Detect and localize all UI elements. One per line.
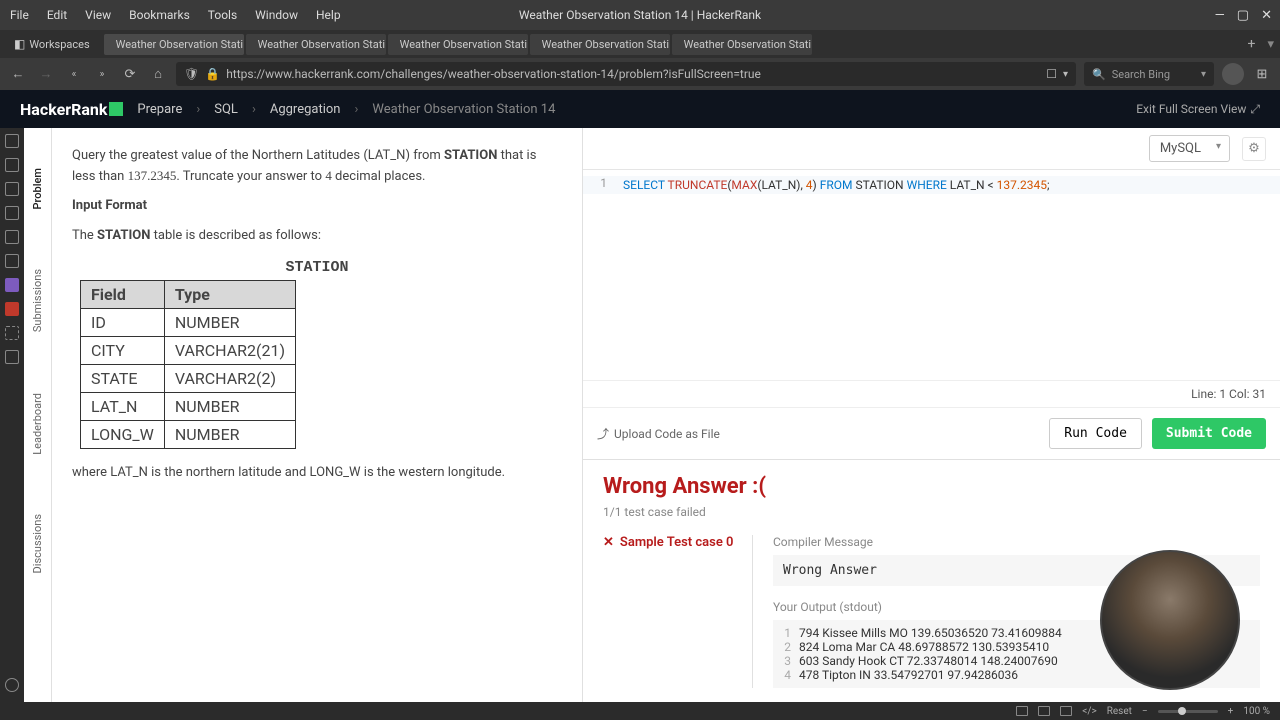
tab-discussions[interactable]: Discussions	[31, 514, 44, 573]
chevron-down-icon: ▾	[1216, 141, 1221, 152]
run-code-button[interactable]: Run Code	[1049, 418, 1142, 449]
upload-code-link[interactable]: ⤴ Upload Code as File	[597, 425, 720, 442]
browser-navbar: ← → « » ⟳ ⌂ 🛡 🔒 https://www.hackerrank.c…	[0, 58, 1280, 90]
downloads-icon[interactable]	[5, 206, 19, 220]
search-dropdown-icon[interactable]: ▾	[1201, 69, 1206, 80]
mail-icon[interactable]	[5, 254, 19, 268]
menu-tools[interactable]: Tools	[208, 8, 237, 22]
collapse-icon: ⤢	[1250, 102, 1260, 117]
screen-icon[interactable]	[1038, 706, 1050, 716]
input-format-heading: Input Format	[72, 198, 147, 213]
panel-icon[interactable]	[5, 134, 19, 148]
tabs-overflow-icon[interactable]: ▾	[1267, 37, 1274, 52]
fastfwd-button[interactable]: »	[92, 69, 112, 80]
problem-description: Query the greatest value of the Northern…	[52, 128, 582, 702]
editor-settings-button[interactable]: ⚙	[1242, 137, 1266, 161]
home-button[interactable]: ⌂	[148, 66, 168, 82]
zoom-in-button[interactable]: +	[1228, 706, 1234, 717]
new-tab-button[interactable]: +	[1242, 36, 1262, 52]
zoom-level: 100 %	[1243, 706, 1270, 717]
app-icon-1[interactable]	[5, 278, 19, 292]
fail-icon: ✕	[603, 535, 614, 550]
schema-footnote: where LAT_N is the northern latitude and…	[72, 463, 562, 483]
menu-bookmarks[interactable]: Bookmarks	[129, 8, 190, 22]
address-bar[interactable]: 🛡 🔒 https://www.hackerrank.com/challenge…	[176, 62, 1076, 86]
rewind-button[interactable]: «	[64, 69, 84, 80]
browser-tab[interactable]: Weather Observation Stati	[530, 34, 670, 55]
compiler-message-label: Compiler Message	[773, 535, 1260, 549]
shield-icon: 🛡	[184, 67, 199, 81]
bookmarks-icon[interactable]	[5, 158, 19, 172]
gear-icon: ⚙	[1248, 141, 1260, 156]
settings-icon[interactable]	[5, 678, 19, 692]
tab-problem[interactable]: Problem	[31, 168, 44, 209]
app-icon-3[interactable]	[5, 326, 19, 340]
minimize-icon[interactable]: —	[1215, 8, 1225, 23]
breadcrumb-aggregation[interactable]: Aggregation	[270, 102, 341, 117]
profile-avatar[interactable]	[1222, 63, 1244, 85]
hackerrank-logo[interactable]: HackerRank	[20, 100, 123, 119]
upload-icon: ⤴	[597, 425, 609, 442]
add-panel-icon[interactable]	[5, 350, 19, 364]
capture-icon[interactable]	[1016, 706, 1028, 716]
result-status: Wrong Answer :(	[603, 474, 1260, 499]
devtools-icon[interactable]: </>	[1082, 706, 1096, 717]
zoom-slider[interactable]	[1158, 710, 1218, 713]
browser-tab[interactable]: Weather Observation Stati	[104, 34, 244, 55]
app-icon-2[interactable]	[5, 302, 19, 316]
tab-leaderboard[interactable]: Leaderboard	[31, 393, 44, 455]
breadcrumb-prepare[interactable]: Prepare	[137, 102, 182, 117]
menu-help[interactable]: Help	[316, 8, 341, 22]
close-icon[interactable]: ✕	[1261, 8, 1272, 23]
menu-view[interactable]: View	[85, 8, 111, 22]
extensions-icon[interactable]: ⊞	[1252, 67, 1272, 82]
schema-table: FieldType IDNUMBERCITYVARCHAR2(21)STATEV…	[80, 280, 296, 449]
bookmark-icon[interactable]: ☐	[1046, 67, 1057, 81]
back-button[interactable]: ←	[8, 66, 28, 82]
tile-icon[interactable]	[1060, 706, 1072, 716]
menu-file[interactable]: File	[10, 8, 29, 22]
reload-button[interactable]: ⟳	[120, 67, 140, 82]
browser-tab[interactable]: Weather Observation Stati	[388, 34, 528, 55]
search-icon: 🔍	[1092, 68, 1106, 81]
search-input[interactable]: 🔍 Search Bing ▾	[1084, 62, 1214, 86]
lock-icon: 🔒	[205, 67, 220, 81]
exit-fullscreen-button[interactable]: Exit Full Screen View ⤢	[1136, 102, 1260, 117]
cursor-position: Line: 1 Col: 31	[583, 380, 1280, 407]
menu-edit[interactable]: Edit	[47, 8, 67, 22]
submit-code-button[interactable]: Submit Code	[1152, 418, 1266, 449]
history-icon[interactable]	[5, 182, 19, 196]
browser-tab[interactable]: Weather Observation Stati	[246, 34, 386, 55]
breadcrumb-sql[interactable]: SQL	[214, 102, 238, 117]
tab-submissions[interactable]: Submissions	[31, 269, 44, 332]
problem-tabs-rail: Problem Submissions Leaderboard Discussi…	[24, 128, 52, 702]
url-dropdown-icon[interactable]: ▾	[1063, 69, 1068, 80]
schema-title: STATION	[72, 259, 562, 276]
result-summary: 1/1 test case failed	[603, 505, 1260, 519]
breadcrumb-current: Weather Observation Station 14	[372, 102, 555, 117]
forward-button[interactable]: →	[36, 66, 56, 82]
code-editor[interactable]: 1 SELECT TRUNCATE(MAX(LAT_N), 4) FROM ST…	[583, 170, 1280, 380]
app-menubar: File Edit View Bookmarks Tools Window Help Wea…	[0, 0, 1280, 30]
browser-tab[interactable]: Weather Observation Stati	[672, 34, 812, 55]
menu-window[interactable]: Window	[255, 8, 298, 22]
maximize-icon[interactable]: ▢	[1237, 8, 1249, 23]
status-bar: </> Reset − + 100 %	[0, 702, 1280, 720]
language-select[interactable]: MySQL ▾	[1149, 135, 1230, 162]
hackerrank-header: HackerRank Prepare › SQL › Aggregation ›…	[0, 90, 1280, 128]
tab-bar: ◧ Workspaces Weather Observation StatiWe…	[0, 30, 1280, 58]
webcam-overlay	[1100, 550, 1240, 690]
browser-sidebar	[0, 128, 24, 702]
test-case-item[interactable]: ✕ Sample Test case 0	[603, 535, 742, 550]
zoom-out-button[interactable]: −	[1142, 706, 1148, 717]
workspaces-button[interactable]: ◧ Workspaces	[6, 34, 98, 54]
notes-icon[interactable]	[5, 230, 19, 244]
reset-zoom-button[interactable]: Reset	[1107, 706, 1132, 717]
window-title: Weather Observation Station 14 | HackerR…	[519, 8, 761, 22]
